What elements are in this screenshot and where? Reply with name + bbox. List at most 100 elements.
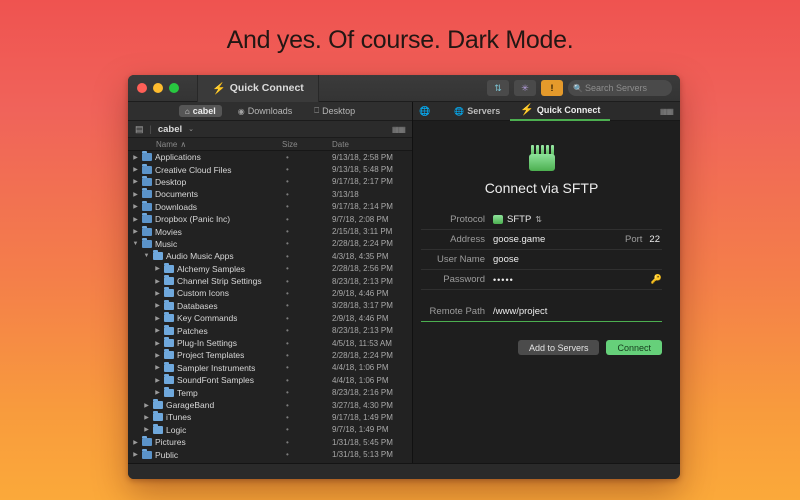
file-name-cell: ▶Downloads bbox=[128, 202, 282, 212]
tab-quick-connect[interactable]: ⚡ Quick Connect bbox=[510, 102, 610, 121]
column-header-date[interactable]: Date bbox=[332, 140, 412, 149]
table-row[interactable]: ▶Databases•3/28/18, 3:17 PM bbox=[128, 300, 412, 312]
grid-view-icon[interactable]: ▦▦ bbox=[392, 125, 405, 134]
port-input[interactable]: 22 bbox=[649, 234, 662, 245]
column-header-name[interactable]: Name ∧ bbox=[128, 140, 282, 149]
address-input[interactable]: goose.game bbox=[493, 234, 625, 245]
key-icon[interactable]: 🔑 bbox=[651, 274, 662, 285]
folder-icon bbox=[142, 190, 152, 198]
protocol-select[interactable]: SFTP ⇅ bbox=[493, 214, 662, 225]
search-input[interactable]: 🔍 Search Servers bbox=[568, 80, 672, 96]
table-row[interactable]: ▶Patches•8/23/18, 2:13 PM bbox=[128, 324, 412, 336]
disclosure-triangle-icon[interactable]: ▶ bbox=[154, 352, 161, 359]
table-row[interactable]: ▶Key Commands•2/9/18, 4:46 PM bbox=[128, 312, 412, 324]
disclosure-triangle-icon[interactable]: ▶ bbox=[132, 203, 139, 210]
disclosure-triangle-icon[interactable]: ▶ bbox=[143, 402, 150, 409]
file-name-cell: ▶Project Templates bbox=[128, 350, 282, 360]
local-browser-pane: ⌂ cabel ◉ Downloads ⎕ Desktop ▤ | cabel … bbox=[128, 102, 413, 463]
column-header-size[interactable]: Size bbox=[282, 140, 332, 149]
file-date-cell: 8/23/18, 2:13 PM bbox=[332, 326, 412, 335]
table-row[interactable]: ▶Channel Strip Settings•8/23/18, 2:13 PM bbox=[128, 275, 412, 287]
file-name-cell: ▼Audio Music Apps bbox=[128, 251, 282, 261]
favorite-desktop[interactable]: ⎕ Desktop bbox=[308, 105, 361, 117]
disclosure-triangle-icon[interactable]: ▶ bbox=[154, 340, 161, 347]
favorite-downloads[interactable]: ◉ Downloads bbox=[232, 105, 299, 117]
status-bar bbox=[128, 463, 680, 479]
window-tab-quick-connect[interactable]: ⚡ Quick Connect bbox=[197, 75, 319, 102]
disclosure-triangle-icon[interactable]: ▶ bbox=[132, 178, 139, 185]
table-row[interactable]: ▶SoundFont Samples•4/4/18, 1:06 PM bbox=[128, 374, 412, 386]
disclosure-triangle-icon[interactable]: ▶ bbox=[154, 364, 161, 371]
folder-icon bbox=[164, 351, 174, 359]
transfers-button[interactable]: ⇅ bbox=[487, 80, 509, 96]
tab-servers[interactable]: 🌐 Servers bbox=[444, 102, 510, 121]
table-row[interactable]: ▼Audio Music Apps•4/3/18, 4:35 PM bbox=[128, 250, 412, 262]
connect-button[interactable]: Connect bbox=[606, 340, 662, 355]
file-list[interactable]: ▶Applications•9/13/18, 2:58 PM▶Creative … bbox=[128, 151, 412, 463]
disclosure-triangle-icon[interactable]: ▶ bbox=[143, 414, 150, 421]
table-row[interactable]: ▶Plug-In Settings•4/5/18, 11:53 AM bbox=[128, 337, 412, 349]
favorite-cabel[interactable]: ⌂ cabel bbox=[179, 105, 222, 117]
disclosure-triangle-icon[interactable]: ▶ bbox=[154, 265, 161, 272]
disclosure-triangle-icon[interactable]: ▶ bbox=[143, 426, 150, 433]
disclosure-triangle-icon[interactable]: ▶ bbox=[154, 377, 161, 384]
table-row[interactable]: ▶Temp•8/23/18, 2:16 PM bbox=[128, 386, 412, 398]
favorite-label: Desktop bbox=[322, 106, 355, 116]
column-name-label: Name bbox=[156, 140, 177, 149]
username-input[interactable]: goose bbox=[493, 254, 662, 265]
disclosure-triangle-icon[interactable]: ▶ bbox=[132, 154, 139, 161]
table-row[interactable]: ▶Applications•9/13/18, 2:58 PM bbox=[128, 151, 412, 163]
file-name-label: Key Commands bbox=[177, 313, 237, 323]
disclosure-triangle-icon[interactable]: ▶ bbox=[132, 216, 139, 223]
path-name[interactable]: cabel bbox=[158, 124, 182, 135]
disclosure-triangle-icon[interactable]: ▶ bbox=[154, 327, 161, 334]
table-row[interactable]: ▶Sampler Instruments•4/4/18, 1:06 PM bbox=[128, 362, 412, 374]
table-row[interactable]: ▶Desktop•9/17/18, 2:17 PM bbox=[128, 176, 412, 188]
form-buttons: Add to Servers Connect bbox=[421, 340, 662, 355]
file-name-cell: ▶iTunes bbox=[128, 412, 282, 422]
password-input[interactable]: ••••• bbox=[493, 275, 651, 285]
table-row[interactable]: ▶Downloads•9/17/18, 2:14 PM bbox=[128, 201, 412, 213]
grid-view-icon[interactable]: ▦▦ bbox=[660, 107, 680, 116]
table-row[interactable]: ▶iTunes•9/17/18, 1:49 PM bbox=[128, 411, 412, 423]
table-row[interactable]: ▶Alchemy Samples•2/28/18, 2:56 PM bbox=[128, 263, 412, 275]
info-button[interactable]: ! bbox=[541, 80, 563, 96]
disclosure-triangle-icon[interactable]: ▶ bbox=[154, 278, 161, 285]
table-row[interactable]: ▶Logic•9/7/18, 1:49 PM bbox=[128, 424, 412, 436]
table-row[interactable]: ▶Movies•2/15/18, 3:11 PM bbox=[128, 225, 412, 237]
folder-icon bbox=[153, 401, 163, 409]
folder-icon bbox=[142, 178, 152, 186]
folder-icon bbox=[153, 413, 163, 421]
folder-icon bbox=[164, 265, 174, 273]
chevron-down-icon[interactable]: ⌄ bbox=[188, 125, 194, 133]
table-row[interactable]: ▶Custom Icons•2/9/18, 4:46 PM bbox=[128, 287, 412, 299]
table-row[interactable]: ▶Project Templates•2/28/18, 2:24 PM bbox=[128, 349, 412, 361]
sync-button[interactable]: ✳ bbox=[514, 80, 536, 96]
disclosure-triangle-icon[interactable]: ▶ bbox=[132, 451, 139, 458]
file-name-cell: ▶Plug-In Settings bbox=[128, 338, 282, 348]
maximize-button[interactable] bbox=[169, 83, 179, 93]
table-row[interactable]: ▶GarageBand•3/27/18, 4:30 PM bbox=[128, 399, 412, 411]
add-to-servers-button[interactable]: Add to Servers bbox=[518, 340, 600, 355]
disclosure-triangle-icon[interactable]: ▶ bbox=[132, 166, 139, 173]
disclosure-triangle-icon[interactable]: ▶ bbox=[154, 302, 161, 309]
table-row[interactable]: ▼Music•2/28/18, 2:24 PM bbox=[128, 238, 412, 250]
disclosure-triangle-icon[interactable]: ▶ bbox=[154, 290, 161, 297]
table-row[interactable]: ▶Public•1/31/18, 5:13 PM bbox=[128, 448, 412, 460]
disclosure-triangle-open-icon[interactable]: ▼ bbox=[143, 253, 150, 259]
favorites-bar: ⌂ cabel ◉ Downloads ⎕ Desktop bbox=[128, 102, 412, 121]
remote-path-input[interactable]: /www/project bbox=[493, 306, 662, 317]
table-row[interactable]: ▶Dropbox (Panic Inc)•9/7/18, 2:08 PM bbox=[128, 213, 412, 225]
disclosure-triangle-icon[interactable]: ▶ bbox=[132, 439, 139, 446]
table-row[interactable]: ▶Pictures•1/31/18, 5:45 PM bbox=[128, 436, 412, 448]
disclosure-triangle-icon[interactable]: ▶ bbox=[132, 191, 139, 198]
disclosure-triangle-open-icon[interactable]: ▼ bbox=[132, 241, 139, 247]
disclosure-triangle-icon[interactable]: ▶ bbox=[132, 228, 139, 235]
disclosure-triangle-icon[interactable]: ▶ bbox=[154, 389, 161, 396]
disclosure-triangle-icon[interactable]: ▶ bbox=[154, 315, 161, 322]
table-row[interactable]: ▶Documents•3/13/18 bbox=[128, 188, 412, 200]
close-button[interactable] bbox=[137, 83, 147, 93]
minimize-button[interactable] bbox=[153, 83, 163, 93]
table-row[interactable]: ▶Creative Cloud Files•9/13/18, 5:48 PM bbox=[128, 163, 412, 175]
transfer-arrows-icon: ⇅ bbox=[494, 83, 502, 94]
